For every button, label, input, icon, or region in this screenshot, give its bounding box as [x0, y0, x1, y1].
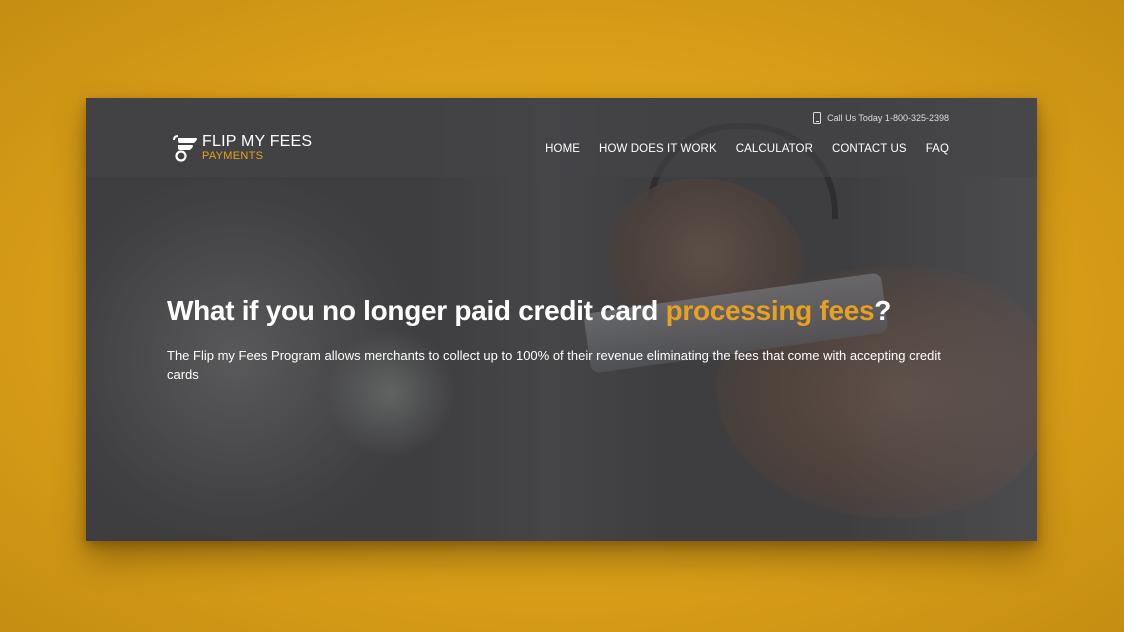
- logo-tagline: PAYMENTS: [202, 150, 264, 162]
- flip-logo-icon: [172, 134, 198, 162]
- logo-name: FLIP MY FEES: [202, 133, 313, 150]
- hero-title: What if you no longer paid credit card p…: [167, 295, 891, 327]
- nav-home[interactable]: HOME: [545, 143, 580, 155]
- nav-calculator[interactable]: CALCULATOR: [736, 143, 813, 155]
- hero-title-suffix: ?: [874, 295, 892, 326]
- nav-faq[interactable]: FAQ: [926, 143, 949, 155]
- phone-text: Call Us Today 1-800-325-2398: [827, 113, 949, 123]
- nav-how-does-it-work[interactable]: HOW DOES IT WORK: [599, 143, 717, 155]
- hero-title-prefix: What if you no longer paid credit card: [167, 295, 666, 326]
- site-logo[interactable]: FLIP MY FEES PAYMENTS: [172, 134, 312, 162]
- hero-subtitle: The Flip my Fees Program allows merchant…: [167, 348, 941, 382]
- site-header: Call Us Today 1-800-325-2398 FLIP MY FEE…: [86, 98, 1037, 177]
- mobile-phone-icon: [813, 112, 822, 124]
- nav-contact-us[interactable]: CONTACT US: [832, 143, 907, 155]
- hero-title-accent: processing fees: [665, 295, 875, 326]
- website-screenshot: Call Us Today 1-800-325-2398 FLIP MY FEE…: [86, 98, 1037, 541]
- main-nav: HOME HOW DOES IT WORK CALCULATOR CONTACT…: [545, 143, 949, 155]
- topbar-phone[interactable]: Call Us Today 1-800-325-2398: [813, 112, 949, 124]
